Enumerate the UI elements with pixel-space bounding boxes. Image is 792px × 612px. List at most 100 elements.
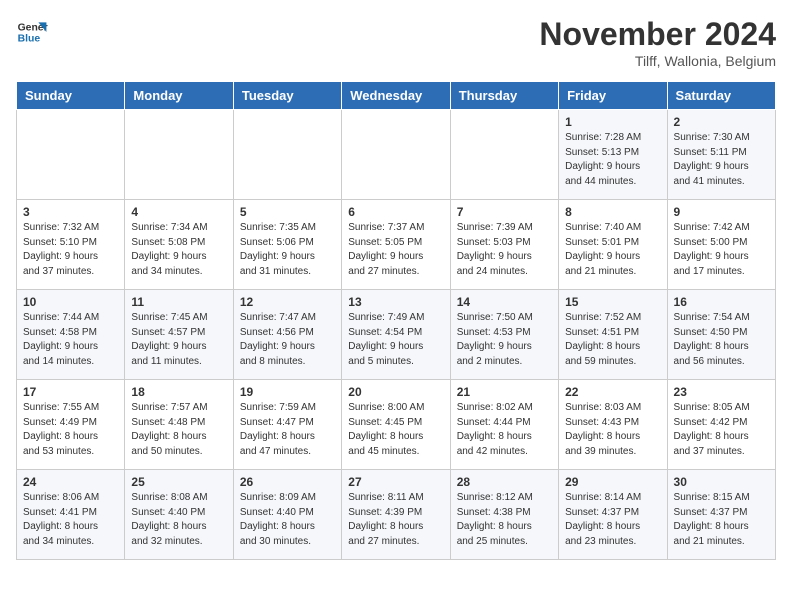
calendar-cell: 3Sunrise: 7:32 AM Sunset: 5:10 PM Daylig…	[17, 200, 125, 290]
calendar-body: 1 Sunrise: 7:28 AM Sunset: 5:13 PM Daylig…	[17, 110, 776, 560]
calendar-cell: 23 Sunrise: 8:05 AM Sunset: 4:42 PM Dayli…	[667, 380, 775, 470]
day-info: Sunrise: 7:32 AM Sunset: 5:10 PM Dayligh…	[23, 221, 118, 279]
day-info: Sunrise: 8:06 AM Sunset: 4:41 PM Dayligh…	[23, 491, 118, 549]
day-info: Sunrise: 7:34 AM Sunset: 5:08 PM Dayligh…	[131, 221, 226, 279]
calendar-table: SundayMondayTuesdayWednesdayThursdayFrid…	[16, 81, 776, 560]
week-row-4: 17 Sunrise: 7:55 AM Sunset: 4:49 PM Dayli…	[17, 380, 776, 470]
day-info: Sunrise: 8:05 AM Sunset: 4:42 PM Dayligh…	[674, 401, 769, 459]
calendar-cell	[342, 110, 450, 200]
calendar-cell: 5Sunrise: 7:35 AM Sunset: 5:06 PM Daylig…	[233, 200, 341, 290]
header-sunday: Sunday	[17, 82, 125, 110]
day-number: 26	[240, 475, 335, 489]
day-info: Sunrise: 8:12 AM Sunset: 4:38 PM Dayligh…	[457, 491, 552, 549]
day-info: Sunrise: 8:02 AM Sunset: 4:44 PM Dayligh…	[457, 401, 552, 459]
week-row-2: 3Sunrise: 7:32 AM Sunset: 5:10 PM Daylig…	[17, 200, 776, 290]
day-number: 11	[131, 295, 226, 309]
month-title: November 2024	[539, 16, 776, 53]
day-info: Sunrise: 7:28 AM Sunset: 5:13 PM Dayligh…	[565, 131, 660, 189]
logo: General Blue	[16, 16, 48, 48]
day-info: Sunrise: 7:57 AM Sunset: 4:48 PM Dayligh…	[131, 401, 226, 459]
title-block: November 2024 Tilff, Wallonia, Belgium	[539, 16, 776, 69]
calendar-cell: 30 Sunrise: 8:15 AM Sunset: 4:37 PM Dayli…	[667, 470, 775, 560]
calendar-cell: 28 Sunrise: 8:12 AM Sunset: 4:38 PM Dayli…	[450, 470, 558, 560]
day-number: 9	[674, 205, 769, 219]
header-monday: Monday	[125, 82, 233, 110]
calendar-cell: 16Sunrise: 7:54 AM Sunset: 4:50 PM Dayli…	[667, 290, 775, 380]
calendar-cell: 15 Sunrise: 7:52 AM Sunset: 4:51 PM Dayli…	[559, 290, 667, 380]
day-info: Sunrise: 7:45 AM Sunset: 4:57 PM Dayligh…	[131, 311, 226, 369]
day-number: 22	[565, 385, 660, 399]
calendar-cell: 12 Sunrise: 7:47 AM Sunset: 4:56 PM Dayli…	[233, 290, 341, 380]
logo-icon: General Blue	[16, 16, 48, 48]
day-info: Sunrise: 7:39 AM Sunset: 5:03 PM Dayligh…	[457, 221, 552, 279]
day-number: 29	[565, 475, 660, 489]
day-number: 30	[674, 475, 769, 489]
day-info: Sunrise: 7:50 AM Sunset: 4:53 PM Dayligh…	[457, 311, 552, 369]
week-row-3: 10 Sunrise: 7:44 AM Sunset: 4:58 PM Dayli…	[17, 290, 776, 380]
day-number: 2	[674, 115, 769, 129]
day-info: Sunrise: 8:11 AM Sunset: 4:39 PM Dayligh…	[348, 491, 443, 549]
calendar-cell: 11 Sunrise: 7:45 AM Sunset: 4:57 PM Dayli…	[125, 290, 233, 380]
calendar-cell: 21 Sunrise: 8:02 AM Sunset: 4:44 PM Dayli…	[450, 380, 558, 470]
location-subtitle: Tilff, Wallonia, Belgium	[539, 53, 776, 69]
day-number: 7	[457, 205, 552, 219]
calendar-cell: 1 Sunrise: 7:28 AM Sunset: 5:13 PM Daylig…	[559, 110, 667, 200]
calendar-cell: 20 Sunrise: 8:00 AM Sunset: 4:45 PM Dayli…	[342, 380, 450, 470]
day-info: Sunrise: 7:42 AM Sunset: 5:00 PM Dayligh…	[674, 221, 769, 279]
calendar-cell: 13 Sunrise: 7:49 AM Sunset: 4:54 PM Dayli…	[342, 290, 450, 380]
day-number: 28	[457, 475, 552, 489]
day-number: 13	[348, 295, 443, 309]
calendar-cell: 14Sunrise: 7:50 AM Sunset: 4:53 PM Dayli…	[450, 290, 558, 380]
calendar-cell	[450, 110, 558, 200]
calendar-cell: 2Sunrise: 7:30 AM Sunset: 5:11 PM Daylig…	[667, 110, 775, 200]
day-number: 10	[23, 295, 118, 309]
week-row-5: 24 Sunrise: 8:06 AM Sunset: 4:41 PM Dayli…	[17, 470, 776, 560]
svg-text:Blue: Blue	[18, 34, 41, 45]
header-thursday: Thursday	[450, 82, 558, 110]
calendar-cell: 26 Sunrise: 8:09 AM Sunset: 4:40 PM Dayli…	[233, 470, 341, 560]
header-wednesday: Wednesday	[342, 82, 450, 110]
day-number: 8	[565, 205, 660, 219]
day-info: Sunrise: 8:03 AM Sunset: 4:43 PM Dayligh…	[565, 401, 660, 459]
calendar-cell: 4 Sunrise: 7:34 AM Sunset: 5:08 PM Daylig…	[125, 200, 233, 290]
day-info: Sunrise: 8:14 AM Sunset: 4:37 PM Dayligh…	[565, 491, 660, 549]
day-number: 6	[348, 205, 443, 219]
day-number: 19	[240, 385, 335, 399]
day-number: 21	[457, 385, 552, 399]
day-info: Sunrise: 8:00 AM Sunset: 4:45 PM Dayligh…	[348, 401, 443, 459]
day-number: 4	[131, 205, 226, 219]
day-number: 16	[674, 295, 769, 309]
calendar-cell: 27Sunrise: 8:11 AM Sunset: 4:39 PM Dayli…	[342, 470, 450, 560]
calendar-cell: 19 Sunrise: 7:59 AM Sunset: 4:47 PM Dayli…	[233, 380, 341, 470]
day-info: Sunrise: 7:44 AM Sunset: 4:58 PM Dayligh…	[23, 311, 118, 369]
day-number: 15	[565, 295, 660, 309]
day-number: 20	[348, 385, 443, 399]
day-info: Sunrise: 7:49 AM Sunset: 4:54 PM Dayligh…	[348, 311, 443, 369]
calendar-cell: 8Sunrise: 7:40 AM Sunset: 5:01 PM Daylig…	[559, 200, 667, 290]
day-number: 23	[674, 385, 769, 399]
day-info: Sunrise: 7:47 AM Sunset: 4:56 PM Dayligh…	[240, 311, 335, 369]
calendar-cell: 25Sunrise: 8:08 AM Sunset: 4:40 PM Dayli…	[125, 470, 233, 560]
day-number: 18	[131, 385, 226, 399]
day-number: 17	[23, 385, 118, 399]
day-info: Sunrise: 7:59 AM Sunset: 4:47 PM Dayligh…	[240, 401, 335, 459]
header-tuesday: Tuesday	[233, 82, 341, 110]
day-info: Sunrise: 7:35 AM Sunset: 5:06 PM Dayligh…	[240, 221, 335, 279]
calendar-cell	[233, 110, 341, 200]
day-info: Sunrise: 8:15 AM Sunset: 4:37 PM Dayligh…	[674, 491, 769, 549]
calendar-cell: 6 Sunrise: 7:37 AM Sunset: 5:05 PM Daylig…	[342, 200, 450, 290]
calendar-cell: 24 Sunrise: 8:06 AM Sunset: 4:41 PM Dayli…	[17, 470, 125, 560]
calendar-cell	[125, 110, 233, 200]
calendar-cell: 17 Sunrise: 7:55 AM Sunset: 4:49 PM Dayli…	[17, 380, 125, 470]
header-saturday: Saturday	[667, 82, 775, 110]
day-info: Sunrise: 7:52 AM Sunset: 4:51 PM Dayligh…	[565, 311, 660, 369]
week-row-1: 1 Sunrise: 7:28 AM Sunset: 5:13 PM Daylig…	[17, 110, 776, 200]
day-info: Sunrise: 7:37 AM Sunset: 5:05 PM Dayligh…	[348, 221, 443, 279]
day-info: Sunrise: 8:09 AM Sunset: 4:40 PM Dayligh…	[240, 491, 335, 549]
calendar-cell: 29 Sunrise: 8:14 AM Sunset: 4:37 PM Dayli…	[559, 470, 667, 560]
day-info: Sunrise: 7:55 AM Sunset: 4:49 PM Dayligh…	[23, 401, 118, 459]
day-number: 24	[23, 475, 118, 489]
day-number: 12	[240, 295, 335, 309]
calendar-header: SundayMondayTuesdayWednesdayThursdayFrid…	[17, 82, 776, 110]
day-number: 1	[565, 115, 660, 129]
